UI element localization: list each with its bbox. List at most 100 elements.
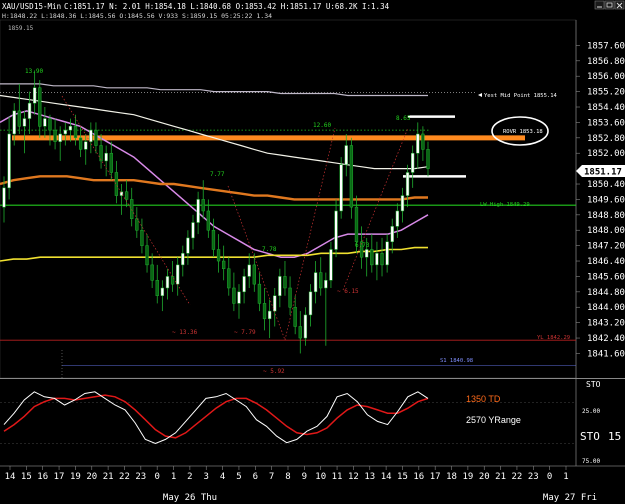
candle-body bbox=[288, 287, 292, 308]
candle-body bbox=[267, 310, 272, 320]
price-label-14: 1846.40 bbox=[587, 257, 625, 267]
candle-body bbox=[426, 149, 430, 169]
candle-body bbox=[421, 133, 425, 150]
candle-body bbox=[89, 129, 93, 142]
time-label-30: 21 bbox=[495, 472, 506, 482]
price-label-16: 1844.80 bbox=[587, 288, 625, 298]
price-label-20: 1841.60 bbox=[587, 349, 625, 359]
candle-body bbox=[48, 118, 52, 131]
time-label-34: 1 bbox=[563, 472, 568, 482]
candle-body bbox=[165, 276, 170, 289]
time-label-23: 14 bbox=[381, 472, 392, 482]
candle-body bbox=[109, 152, 113, 173]
header-symbol: XAU/USD bbox=[2, 2, 34, 11]
candle-body bbox=[104, 152, 108, 162]
candle-body bbox=[201, 199, 205, 212]
candle-body bbox=[349, 145, 354, 208]
header-interval: 15-Min bbox=[34, 2, 61, 11]
candle-body bbox=[99, 145, 103, 162]
candle-body bbox=[145, 245, 149, 266]
price-label-17: 1844.00 bbox=[587, 303, 625, 313]
time-label-26: 17 bbox=[430, 472, 441, 482]
time-label-5: 20 bbox=[86, 472, 97, 482]
time-label-12: 3 bbox=[204, 472, 209, 482]
candle-body bbox=[390, 226, 394, 243]
candle-body bbox=[293, 306, 297, 327]
price-label-13: 1847.20 bbox=[587, 242, 625, 252]
window-controls bbox=[594, 0, 625, 10]
candle-body bbox=[150, 264, 154, 281]
time-label-21: 12 bbox=[348, 472, 359, 482]
candle-body bbox=[252, 264, 256, 285]
restore-button[interactable] bbox=[604, 0, 615, 10]
candle-body bbox=[170, 276, 175, 285]
date-label-0: May 26 Thu bbox=[163, 493, 217, 503]
candle-body bbox=[405, 172, 410, 196]
candle-body bbox=[308, 291, 313, 316]
candle-body bbox=[130, 199, 134, 219]
candle-body bbox=[365, 249, 369, 258]
time-label-18: 9 bbox=[302, 472, 307, 482]
time-label-15: 6 bbox=[253, 472, 258, 482]
time-label-9: 0 bbox=[154, 472, 159, 482]
price-label-3: 1855.20 bbox=[587, 88, 625, 98]
candle-body bbox=[273, 295, 277, 312]
candle-body bbox=[339, 164, 343, 212]
price-label-11: 1848.80 bbox=[587, 211, 625, 221]
time-label-33: 0 bbox=[547, 472, 552, 482]
candle-body bbox=[38, 87, 42, 127]
candle-body bbox=[196, 199, 200, 223]
chart-canvas: XAU/USD 15-Min C:1851.17 N: 2.01 H:1854.… bbox=[0, 0, 625, 504]
time-label-25: 16 bbox=[413, 472, 424, 482]
price-label-9: 1850.40 bbox=[587, 180, 625, 190]
header-top-price: 1859.15 bbox=[8, 25, 34, 32]
candle-body bbox=[216, 249, 221, 262]
header-ohlc-line: C:1851.17 N: 2.01 H:1854.18 L:1840.68 O:… bbox=[64, 2, 390, 11]
price-label-2: 1856.00 bbox=[587, 72, 625, 82]
time-label-1: 15 bbox=[21, 472, 32, 482]
candle-body bbox=[262, 303, 267, 320]
annotation-low-3: ~ 5.92 bbox=[263, 368, 285, 375]
candle-body bbox=[416, 133, 420, 154]
candle-body bbox=[303, 314, 308, 339]
time-label-32: 23 bbox=[528, 472, 539, 482]
candle-body bbox=[247, 264, 251, 277]
candle-body bbox=[124, 191, 129, 200]
candle-body bbox=[354, 206, 359, 243]
annotation-mid-3: 6.73 bbox=[355, 242, 370, 249]
candle-body bbox=[155, 280, 159, 296]
candle-body bbox=[7, 133, 11, 189]
candle-body bbox=[283, 276, 287, 289]
candle-body bbox=[395, 210, 400, 227]
candle-body bbox=[53, 129, 57, 142]
candle-body bbox=[385, 241, 389, 266]
candle-body bbox=[375, 253, 379, 266]
time-label-6: 21 bbox=[103, 472, 114, 482]
annotation-yl: YL 1842.29 bbox=[537, 335, 570, 341]
close-button[interactable] bbox=[614, 0, 625, 10]
candle-body bbox=[278, 276, 282, 296]
time-label-19: 10 bbox=[315, 472, 326, 482]
annotation-s1: S1 1840.98 bbox=[440, 358, 473, 364]
minimize-button[interactable] bbox=[594, 0, 605, 10]
candle-body bbox=[227, 268, 231, 289]
time-label-2: 16 bbox=[37, 472, 48, 482]
price-label-7: 1852.00 bbox=[587, 149, 625, 159]
date-label-1: May 27 Fri bbox=[543, 493, 597, 503]
indicator-sto-label: STO bbox=[580, 430, 600, 443]
candle-body bbox=[411, 152, 415, 173]
time-label-11: 2 bbox=[187, 472, 192, 482]
price-label-1: 1856.80 bbox=[587, 57, 625, 67]
candle-body bbox=[114, 172, 119, 196]
time-label-20: 11 bbox=[332, 472, 343, 482]
annotation-low-4: ~ 6.15 bbox=[337, 288, 359, 295]
candle-body bbox=[329, 249, 333, 281]
candle-body bbox=[58, 133, 62, 142]
candle-body bbox=[191, 222, 195, 239]
price-label-4: 1854.40 bbox=[587, 103, 625, 113]
candle-body bbox=[43, 118, 47, 127]
candle-body bbox=[400, 195, 405, 212]
candle-body bbox=[344, 145, 348, 166]
candle-body bbox=[181, 253, 185, 266]
annotation-yest-mid: Yest Mid Point 1855.14 bbox=[484, 93, 558, 99]
